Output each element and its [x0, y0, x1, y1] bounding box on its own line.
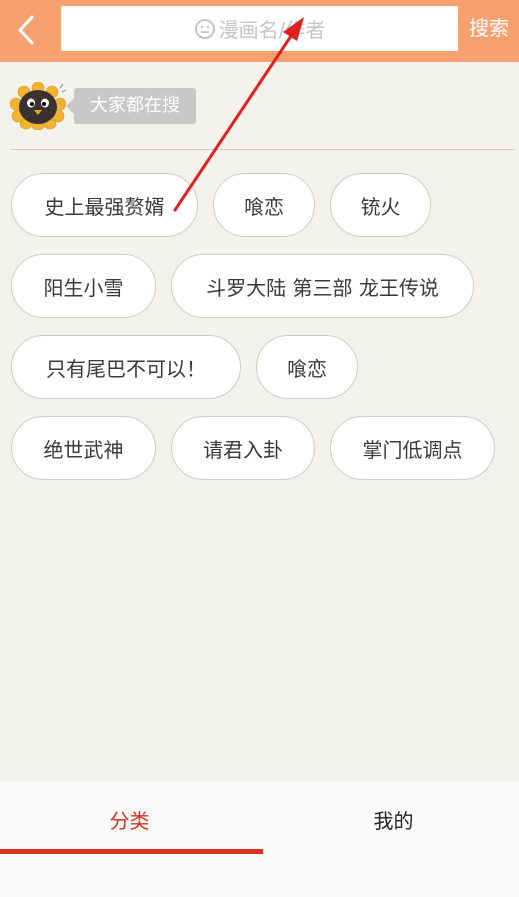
active-tab-indicator: [0, 849, 263, 854]
search-placeholder: 漫画名/作者: [218, 18, 326, 42]
hot-tag[interactable]: 只有尾巴不可以！: [11, 335, 241, 399]
hot-tag[interactable]: 史上最强赘婿: [11, 173, 198, 237]
search-button[interactable]: 搜索: [469, 13, 519, 43]
bottom-nav: 分类 我的: [0, 781, 519, 897]
hot-tag[interactable]: 请君入卦: [171, 416, 315, 480]
hot-tag[interactable]: 铳火: [330, 173, 431, 237]
hot-tag[interactable]: 阳生小雪: [11, 254, 156, 318]
back-button[interactable]: [8, 10, 44, 50]
hot-search-title: 大家都在搜: [66, 88, 196, 124]
hot-tag[interactable]: 斗罗大陆 第三部 龙王传说: [171, 254, 474, 318]
back-arrow-icon: [18, 15, 34, 45]
search-smiley-icon: [194, 18, 216, 40]
hot-tag[interactable]: 喰恋: [213, 173, 315, 237]
hot-tag[interactable]: 喰恋: [256, 335, 358, 399]
divider: [11, 149, 515, 150]
tab-mine[interactable]: 我的: [264, 781, 519, 857]
mascot-icon: [10, 82, 66, 130]
top-bar: 漫画名/作者 搜索: [0, 0, 519, 62]
hot-tag[interactable]: 掌门低调点: [330, 416, 495, 480]
hot-search-header: 大家都在搜: [10, 82, 310, 132]
hot-tag[interactable]: 绝世武神: [11, 416, 156, 480]
search-input[interactable]: 漫画名/作者: [61, 6, 458, 51]
tab-category[interactable]: 分类: [0, 781, 259, 857]
